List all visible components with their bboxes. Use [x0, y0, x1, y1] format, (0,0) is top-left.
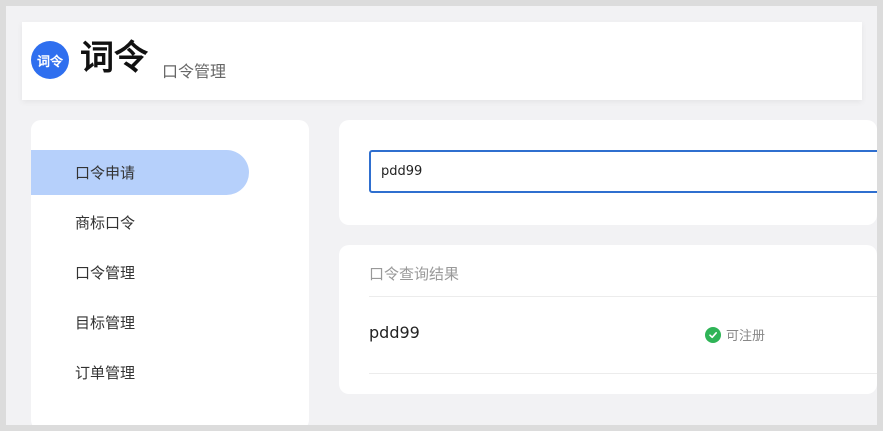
- sidebar-item-label: 订单管理: [75, 364, 136, 382]
- sidebar-item-label: 商标口令: [75, 214, 136, 232]
- status-badge: 可注册: [705, 325, 765, 344]
- result-name: pdd99: [369, 323, 420, 342]
- logo-text: 词令: [36, 54, 63, 70]
- sidebar-item-apply[interactable]: 口令申请: [31, 150, 249, 195]
- sidebar-item-label: 目标管理: [75, 314, 136, 332]
- divider: [369, 373, 877, 374]
- app-header: 词令 词令 口令管理: [22, 22, 862, 100]
- sidebar: 口令申请 商标口令 口令管理 目标管理 订单管理: [31, 120, 309, 425]
- sidebar-item-label: 口令管理: [75, 264, 136, 282]
- results-title: 口令查询结果: [369, 265, 460, 283]
- sidebar-item-trademark[interactable]: 商标口令: [31, 200, 249, 245]
- logo-icon: 词令: [31, 41, 69, 79]
- sidebar-item-manage[interactable]: 口令管理: [31, 250, 249, 295]
- page-subtitle: 口令管理: [162, 62, 227, 81]
- sidebar-item-targets[interactable]: 目标管理: [31, 300, 249, 345]
- sidebar-item-orders[interactable]: 订单管理: [31, 350, 249, 395]
- sidebar-item-label: 口令申请: [75, 164, 136, 182]
- divider: [369, 296, 877, 297]
- search-input[interactable]: [369, 150, 877, 193]
- status-text: 可注册: [726, 329, 766, 344]
- app-frame: 词令 词令 口令管理 口令申请 商标口令 口令管理 目标管理 订单管理 口令查询…: [6, 6, 877, 425]
- check-circle-icon: [705, 326, 721, 343]
- search-card: [339, 120, 877, 225]
- brand-name: 词令: [80, 38, 148, 78]
- results-card: 口令查询结果 pdd99 可注册: [339, 245, 877, 394]
